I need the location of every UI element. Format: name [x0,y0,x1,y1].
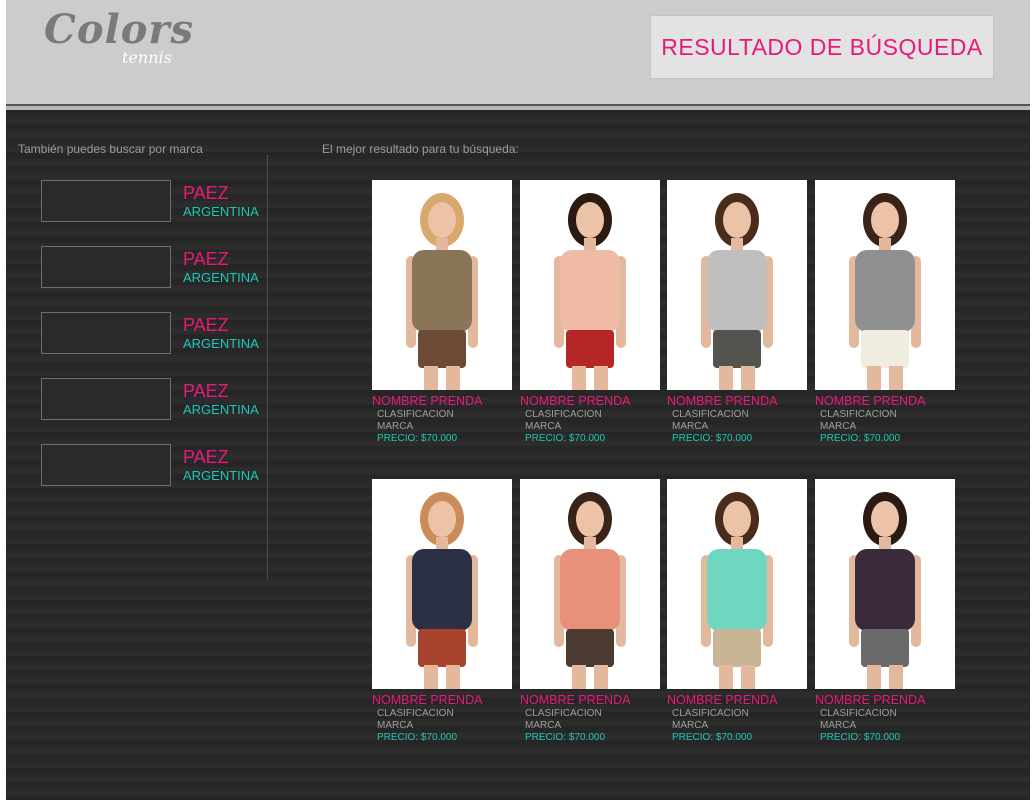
brand-country[interactable]: ARGENTINA [183,468,259,483]
product-price: PRECIO: $70.000 [820,732,901,743]
brand-country[interactable]: ARGENTINA [183,402,259,417]
product-card[interactable]: NOMBRE PRENDA CLASIFICACION MARCA PRECIO… [667,479,815,745]
product-price: PRECIO: $70.000 [377,732,458,743]
results-title: El mejor resultado para tu búsqueda: [322,142,519,156]
brand-name[interactable]: PAEZ [183,183,229,203]
product-card[interactable]: NOMBRE PRENDA CLASIFICACION MARCA PRECIO… [667,180,815,446]
product-brand: MARCA [672,421,709,432]
product-price: PRECIO: $70.000 [820,433,901,444]
main-content: También puedes buscar por marca PAEZ ARG… [6,110,1030,800]
product-name[interactable]: NOMBRE PRENDA [372,394,482,408]
product-brand: MARCA [820,421,857,432]
brand-item[interactable]: PAEZ ARGENTINA [41,312,281,356]
product-price: PRECIO: $70.000 [525,732,606,743]
model-photo-icon [701,492,773,689]
product-classification: CLASIFICACION [820,409,897,420]
model-photo-icon [406,193,478,390]
product-name[interactable]: NOMBRE PRENDA [520,693,630,707]
product-name[interactable]: NOMBRE PRENDA [372,693,482,707]
brand-name[interactable]: PAEZ [183,447,229,467]
sidebar-title: También puedes buscar por marca [18,142,203,156]
page-title: RESULTADO DE BÚSQUEDA [661,33,983,60]
product-brand: MARCA [820,720,857,731]
product-image[interactable] [372,180,512,390]
product-price: PRECIO: $70.000 [377,433,458,444]
product-price: PRECIO: $70.000 [672,433,753,444]
model-photo-icon [849,492,921,689]
product-name[interactable]: NOMBRE PRENDA [667,693,777,707]
product-card[interactable]: NOMBRE PRENDA CLASIFICACION MARCA PRECIO… [815,479,963,745]
product-image[interactable] [520,180,660,390]
brand-logo-placeholder[interactable] [41,378,171,420]
brand-logo-placeholder[interactable] [41,444,171,486]
product-brand: MARCA [525,421,562,432]
model-photo-icon [406,492,478,689]
product-name[interactable]: NOMBRE PRENDA [667,394,777,408]
logo-subtitle: tennis [122,48,172,67]
product-classification: CLASIFICACION [377,409,454,420]
product-brand: MARCA [525,720,562,731]
product-brand: MARCA [377,720,414,731]
product-image[interactable] [815,180,955,390]
product-classification: CLASIFICACION [525,708,602,719]
brand-item[interactable]: PAEZ ARGENTINA [41,444,281,488]
model-photo-icon [554,193,626,390]
product-card[interactable]: NOMBRE PRENDA CLASIFICACION MARCA PRECIO… [815,180,963,446]
product-image[interactable] [815,479,955,689]
brand-item[interactable]: PAEZ ARGENTINA [41,378,281,422]
product-image[interactable] [372,479,512,689]
product-image[interactable] [667,180,807,390]
product-name[interactable]: NOMBRE PRENDA [520,394,630,408]
product-price: PRECIO: $70.000 [672,732,753,743]
product-brand: MARCA [672,720,709,731]
product-brand: MARCA [377,421,414,432]
logo-wordmark: Colors [44,6,194,53]
product-card[interactable]: NOMBRE PRENDA CLASIFICACION MARCA PRECIO… [372,479,520,745]
product-classification: CLASIFICACION [525,409,602,420]
product-classification: CLASIFICACION [377,708,454,719]
product-image[interactable] [520,479,660,689]
page-title-box: RESULTADO DE BÚSQUEDA [650,15,994,79]
product-card[interactable]: NOMBRE PRENDA CLASIFICACION MARCA PRECIO… [372,180,520,446]
product-price: PRECIO: $70.000 [525,433,606,444]
model-photo-icon [554,492,626,689]
brand-country[interactable]: ARGENTINA [183,336,259,351]
product-name[interactable]: NOMBRE PRENDA [815,394,925,408]
brand-name[interactable]: PAEZ [183,381,229,401]
brand-item[interactable]: PAEZ ARGENTINA [41,180,281,224]
brand-logo-placeholder[interactable] [41,180,171,222]
product-name[interactable]: NOMBRE PRENDA [815,693,925,707]
model-photo-icon [849,193,921,390]
product-image[interactable] [667,479,807,689]
product-classification: CLASIFICACION [820,708,897,719]
brand-item[interactable]: PAEZ ARGENTINA [41,246,281,290]
product-card[interactable]: NOMBRE PRENDA CLASIFICACION MARCA PRECIO… [520,180,668,446]
brand-logo[interactable]: Colors tennis [44,6,194,74]
brand-logo-placeholder[interactable] [41,312,171,354]
product-card[interactable]: NOMBRE PRENDA CLASIFICACION MARCA PRECIO… [520,479,668,745]
product-classification: CLASIFICACION [672,708,749,719]
brand-logo-placeholder[interactable] [41,246,171,288]
model-photo-icon [701,193,773,390]
brand-name[interactable]: PAEZ [183,249,229,269]
brand-name[interactable]: PAEZ [183,315,229,335]
brand-country[interactable]: ARGENTINA [183,270,259,285]
product-classification: CLASIFICACION [672,409,749,420]
brand-country[interactable]: ARGENTINA [183,204,259,219]
